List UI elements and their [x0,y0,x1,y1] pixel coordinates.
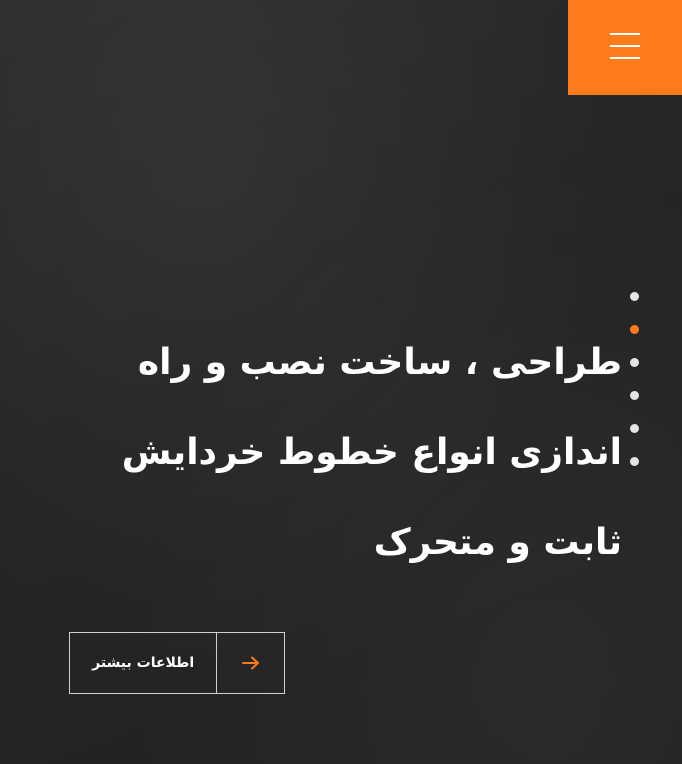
slider-dot[interactable] [630,391,639,400]
slider-dot[interactable] [630,292,639,301]
more-info-button[interactable]: اطلاعات بیشتر [69,632,285,694]
slider-dot-active[interactable] [630,325,639,334]
arrow-right-icon [216,633,284,693]
hero-headline: طراحی ، ساخت نصب و راه اندازی انواع خطوط… [121,342,622,563]
slider-pagination [630,292,640,490]
slider-dot[interactable] [630,457,639,466]
slider-dot[interactable] [630,358,639,367]
hamburger-menu-icon-bar [610,45,640,47]
hamburger-menu-icon-bar [610,57,640,59]
menu-toggle-button[interactable] [568,0,682,95]
slider-dot[interactable] [630,424,639,433]
hero-section: طراحی ، ساخت نصب و راه اندازی انواع خطوط… [0,0,682,764]
more-info-button-label: اطلاعات بیشتر [92,655,195,671]
hamburger-menu-icon [610,33,640,35]
